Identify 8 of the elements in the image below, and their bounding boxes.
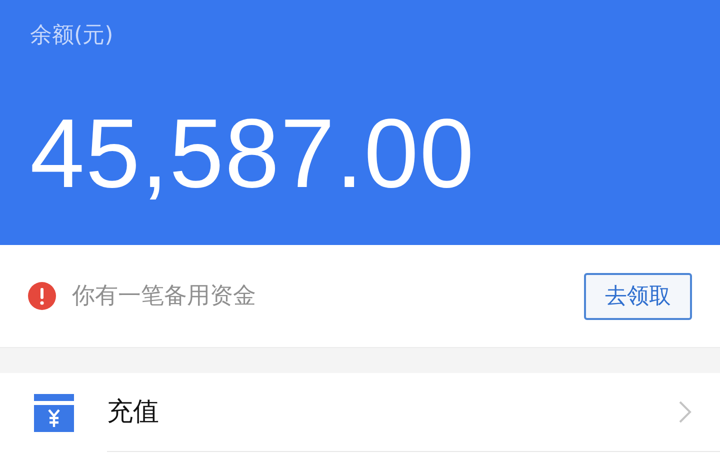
notice-text: 你有一笔备用资金: [72, 282, 257, 311]
wallet-icon: [34, 394, 74, 432]
menu-item[interactable]: 充值: [0, 373, 720, 452]
claim-button[interactable]: 去领取: [584, 272, 692, 320]
warning-icon: [28, 282, 56, 310]
chevron-icon: [678, 400, 692, 424]
balance-amount: 45,587.00: [30, 98, 475, 208]
balance-label: 余额(元): [30, 23, 114, 48]
